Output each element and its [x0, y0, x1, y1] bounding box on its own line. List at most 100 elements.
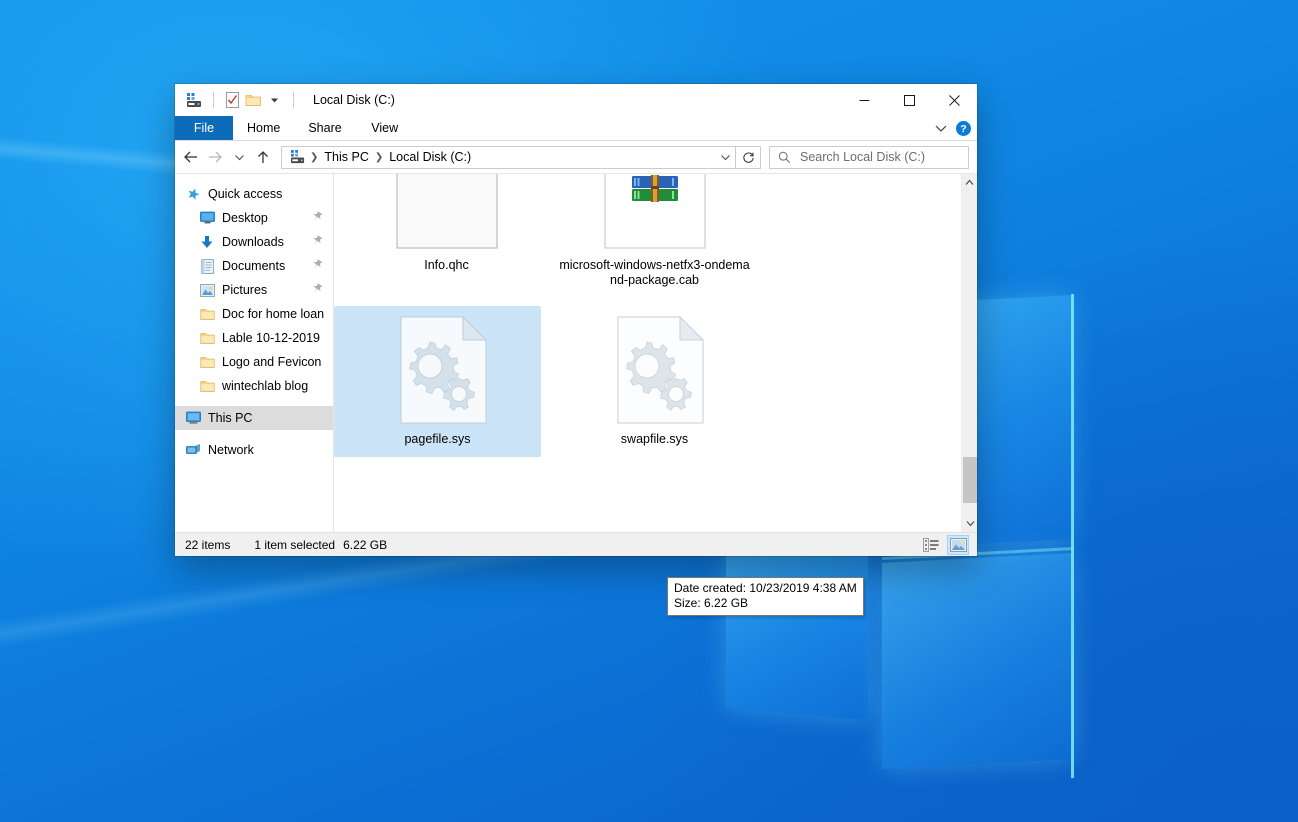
logo-pane-bottom-left — [726, 538, 868, 720]
breadcrumb-this-pc[interactable]: This PC — [320, 148, 372, 166]
toolbar-separator-2 — [293, 92, 294, 108]
properties-icon[interactable] — [222, 90, 243, 111]
maximize-button[interactable] — [887, 84, 932, 116]
tab-file[interactable]: File — [175, 116, 233, 140]
sidebar-item-logo-and-fevicon[interactable]: Logo and Fevicon — [175, 350, 333, 374]
view-mode-buttons[interactable] — [920, 535, 969, 555]
sidebar-label: Network — [208, 443, 254, 457]
folder-icon — [199, 354, 215, 370]
minimize-button[interactable] — [842, 84, 887, 116]
forward-arrow-icon[interactable] — [203, 145, 227, 169]
recent-locations-chevron-icon[interactable] — [227, 145, 251, 169]
documents-icon — [199, 258, 215, 274]
toolbar-separator — [213, 92, 214, 108]
refresh-button[interactable] — [736, 146, 761, 169]
title-bar[interactable]: Local Disk (C:) — [175, 84, 977, 116]
drive-icon[interactable] — [184, 90, 205, 111]
tooltip-date-created: Date created: 10/23/2019 4:38 AM — [674, 581, 857, 596]
system-file-gears-icon — [374, 314, 502, 426]
file-tooltip: Date created: 10/23/2019 4:38 AM Size: 6… — [667, 577, 864, 616]
navigation-pane[interactable]: Quick access Desktop — [175, 174, 334, 532]
sidebar-item-downloads[interactable]: Downloads — [175, 230, 333, 254]
breadcrumb-drive-icon — [287, 150, 308, 164]
explorer-body: Quick access Desktop — [175, 173, 977, 532]
customize-dropdown-icon[interactable] — [264, 90, 285, 111]
folder-icon — [199, 306, 215, 322]
up-arrow-icon[interactable] — [251, 145, 275, 169]
tab-share[interactable]: Share — [294, 116, 355, 140]
sidebar-item-quick-access[interactable]: Quick access — [175, 182, 333, 206]
breadcrumb-separator: ❯ — [308, 152, 320, 163]
sidebar-item-doc-for-home-loan[interactable]: Doc for home loan — [175, 302, 333, 326]
file-list-view[interactable]: Info.qhc — [334, 174, 977, 532]
downloads-icon — [199, 234, 215, 250]
sidebar-item-lable-10-12-2019[interactable]: Lable 10-12-2019 — [175, 326, 333, 350]
file-name: Info.qhc — [344, 258, 549, 273]
address-dropdown-icon[interactable] — [715, 147, 735, 168]
search-icon — [778, 151, 791, 164]
close-button[interactable] — [932, 84, 977, 116]
quick-access-toolbar[interactable] — [175, 90, 302, 111]
help-icon[interactable]: ? — [956, 121, 971, 136]
sidebar-item-wintechlab-blog[interactable]: wintechlab blog — [175, 374, 333, 398]
file-explorer-window[interactable]: Local Disk (C:) File Home Share View — [175, 84, 977, 556]
pin-icon[interactable] — [312, 211, 323, 225]
winrar-archive-icon — [591, 174, 719, 252]
scroll-down-button[interactable] — [962, 515, 977, 532]
file-name: microsoft-windows-netfx3-ondemand-packag… — [552, 258, 757, 287]
sidebar-label: Downloads — [222, 235, 284, 249]
vertical-scrollbar[interactable] — [961, 174, 977, 532]
window-controls[interactable] — [842, 84, 977, 116]
tab-view[interactable]: View — [356, 116, 414, 140]
new-folder-icon[interactable] — [243, 90, 264, 111]
address-bar[interactable]: ❯ This PC ❯ Local Disk (C:) — [281, 146, 736, 169]
this-pc-icon — [185, 410, 201, 426]
tab-home[interactable]: Home — [233, 116, 294, 140]
sidebar-spacer — [175, 398, 333, 406]
chevron-down-icon[interactable] — [935, 124, 947, 133]
sidebar-item-this-pc[interactable]: This PC — [175, 406, 333, 430]
status-bar: 22 items 1 item selected 6.22 GB — [175, 532, 977, 556]
search-placeholder: Search Local Disk (C:) — [800, 150, 925, 164]
sidebar-item-desktop[interactable]: Desktop — [175, 206, 333, 230]
breadcrumb[interactable]: ❯ This PC ❯ Local Disk (C:) — [287, 148, 715, 166]
sidebar-item-network[interactable]: Network — [175, 438, 333, 462]
pin-icon[interactable] — [312, 283, 323, 297]
item-count: 22 items — [185, 538, 230, 552]
blank-document-icon — [383, 174, 511, 252]
sidebar-item-documents[interactable]: Documents — [175, 254, 333, 278]
file-name: pagefile.sys — [334, 432, 541, 447]
sidebar-label: Logo and Fevicon — [222, 355, 321, 369]
breadcrumb-separator-2: ❯ — [373, 152, 385, 163]
sidebar-item-pictures[interactable]: Pictures — [175, 278, 333, 302]
details-view-button[interactable] — [920, 535, 942, 555]
star-pin-icon — [185, 186, 201, 202]
sidebar-spacer-2 — [175, 430, 333, 438]
window-title: Local Disk (C:) — [313, 93, 395, 107]
scroll-up-button[interactable] — [962, 174, 977, 191]
ribbon-right-controls[interactable]: ? — [935, 116, 971, 141]
file-tile-info-qhc[interactable]: Info.qhc — [344, 174, 549, 273]
search-input[interactable]: Search Local Disk (C:) — [769, 146, 969, 169]
sidebar-label: Pictures — [222, 283, 267, 297]
logo-edge-vertical — [1071, 294, 1074, 778]
navigation-bar[interactable]: ❯ This PC ❯ Local Disk (C:) Sear — [175, 141, 977, 173]
ribbon-tab-bar[interactable]: File Home Share View ? — [175, 116, 977, 141]
folder-icon — [199, 378, 215, 394]
sidebar-label: Quick access — [208, 187, 282, 201]
pin-icon[interactable] — [312, 259, 323, 273]
file-tile-netfx3-cab[interactable]: microsoft-windows-netfx3-ondemand-packag… — [552, 174, 757, 287]
large-icons-view-button[interactable] — [947, 535, 969, 555]
logo-pane-bottom-right — [882, 553, 1072, 769]
scrollbar-thumb[interactable] — [963, 457, 977, 503]
breadcrumb-local-disk[interactable]: Local Disk (C:) — [385, 148, 475, 166]
file-tile-pagefile-sys[interactable]: pagefile.sys — [334, 306, 541, 457]
file-tile-swapfile-sys[interactable]: swapfile.sys — [552, 314, 757, 447]
folder-icon — [199, 330, 215, 346]
back-arrow-icon[interactable] — [179, 145, 203, 169]
pin-icon[interactable] — [312, 235, 323, 249]
desktop-icon — [199, 210, 215, 226]
icon-grid[interactable]: Info.qhc — [334, 174, 961, 532]
sidebar-label: Lable 10-12-2019 — [222, 331, 320, 345]
sidebar-label: wintechlab blog — [222, 379, 308, 393]
